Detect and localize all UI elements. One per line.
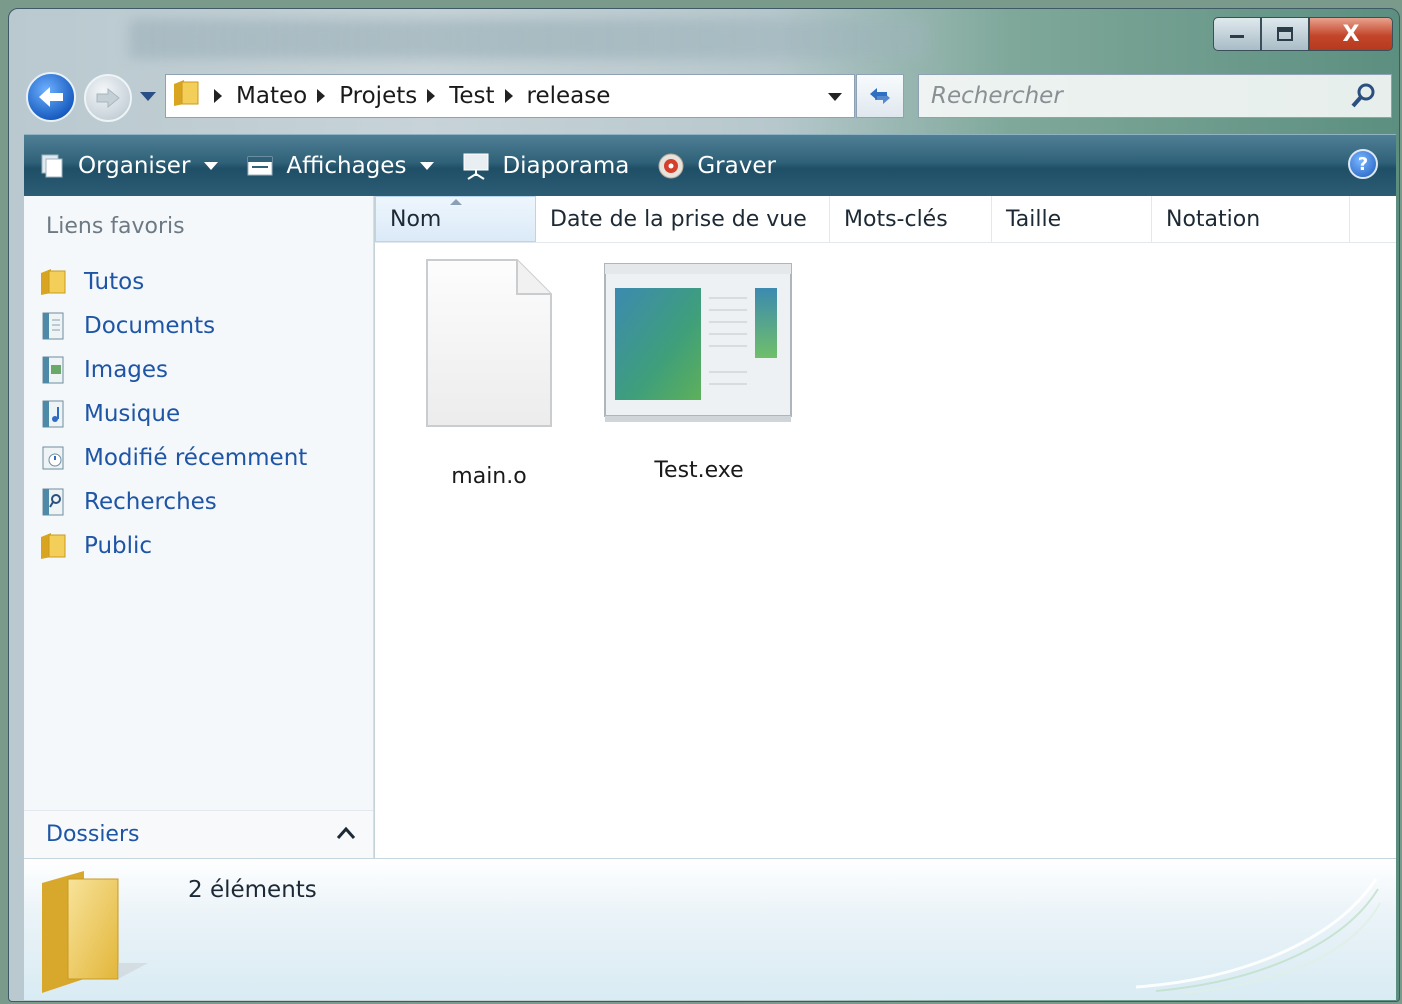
decorative-swoosh	[1126, 869, 1386, 1001]
chevron-up-icon[interactable]	[335, 823, 357, 848]
sidebar-item-musique[interactable]: Musique	[38, 392, 307, 436]
searches-icon	[38, 487, 68, 517]
sidebar-item-label: Tutos	[84, 269, 145, 295]
views-icon	[246, 153, 274, 179]
column-taille[interactable]: Taille	[992, 196, 1152, 242]
minimize-button[interactable]	[1213, 17, 1261, 51]
help-button[interactable]: ?	[1348, 149, 1378, 179]
sidebar-item-label: Public	[84, 533, 153, 559]
refresh-button[interactable]	[856, 74, 904, 118]
column-label: Nom	[390, 206, 442, 232]
file-list: Nom Date de la prise de vue Mots-clés Ta…	[375, 196, 1396, 858]
folders-label: Dossiers	[46, 822, 140, 847]
navigation-pane: Liens favoris Tutos Documents Images Mus…	[24, 196, 374, 858]
refresh-icon	[870, 88, 890, 104]
breadcrumb-separator-icon[interactable]	[427, 89, 436, 103]
close-button[interactable]: X	[1309, 17, 1393, 51]
graver-button[interactable]: Graver	[657, 153, 776, 179]
breadcrumb-label: Mateo	[236, 83, 308, 109]
affichages-button[interactable]: Affichages	[246, 152, 435, 179]
file-name: Test.exe	[654, 458, 744, 483]
file-item-test-exe[interactable]: Test.exe	[603, 262, 795, 483]
arrow-right-icon	[96, 87, 120, 109]
breadcrumb-test[interactable]: Test	[427, 83, 495, 109]
documents-icon	[38, 311, 68, 341]
folder-icon	[38, 267, 68, 297]
diaporama-button[interactable]: Diaporama	[462, 152, 630, 180]
column-label: Date de la prise de vue	[550, 206, 807, 232]
folder-icon	[38, 867, 158, 999]
breadcrumb-label: Test	[449, 83, 495, 109]
graver-label: Graver	[697, 152, 776, 179]
minimize-icon	[1230, 35, 1244, 38]
file-item-main-o[interactable]: main.o	[419, 258, 559, 489]
breadcrumb-label: release	[526, 83, 611, 109]
search-box[interactable]	[918, 74, 1392, 118]
caption-buttons: X	[1213, 17, 1393, 53]
organize-icon	[38, 153, 66, 179]
breadcrumb-release[interactable]: release	[504, 83, 611, 109]
details-pane: 2 éléments	[24, 858, 1396, 1000]
chevron-down-icon	[204, 161, 219, 170]
column-mots-cles[interactable]: Mots-clés	[830, 196, 992, 242]
folders-toggle[interactable]: Dossiers	[24, 810, 373, 858]
sidebar-item-label: Musique	[84, 401, 181, 427]
exe-window-icon	[604, 263, 792, 422]
sidebar-item-label: Recherches	[84, 489, 217, 515]
breadcrumb-separator-icon[interactable]	[504, 89, 513, 103]
column-label: Notation	[1166, 206, 1261, 232]
folder-icon	[38, 531, 68, 561]
column-headers: Nom Date de la prise de vue Mots-clés Ta…	[375, 196, 1396, 243]
file-name: main.o	[451, 464, 527, 489]
sidebar-item-tutos[interactable]: Tutos	[38, 260, 307, 304]
column-label: Mots-clés	[844, 206, 948, 232]
breadcrumb-label: Projets	[339, 83, 418, 109]
column-date-prise-de-vue[interactable]: Date de la prise de vue	[536, 196, 830, 242]
column-nom[interactable]: Nom	[375, 196, 536, 242]
breadcrumb-projets[interactable]: Projets	[317, 83, 417, 109]
music-icon	[38, 399, 68, 429]
slideshow-icon	[462, 153, 490, 180]
item-count: 2 éléments	[188, 877, 317, 903]
recent-pages-dropdown[interactable]	[140, 92, 156, 101]
column-notation[interactable]: Notation	[1152, 196, 1350, 242]
sidebar-item-modifie-recemment[interactable]: Modifié récemment	[38, 436, 307, 480]
column-label: Taille	[1006, 206, 1062, 232]
blank-file-icon	[426, 259, 552, 427]
breadcrumb-separator-icon[interactable]	[214, 89, 222, 103]
organiser-button[interactable]: Organiser	[38, 152, 219, 179]
address-bar[interactable]: Mateo Projets Test release	[165, 74, 855, 118]
diaporama-label: Diaporama	[502, 152, 630, 179]
folder-icon	[172, 78, 200, 114]
command-bar: Organiser Affichages Diaporama Graver ?	[24, 134, 1396, 196]
affichages-label: Affichages	[286, 152, 407, 179]
search-input[interactable]	[929, 82, 1333, 110]
recent-icon	[38, 443, 68, 473]
breadcrumb-mateo[interactable]: Mateo	[214, 83, 307, 109]
search-icon[interactable]	[1349, 81, 1379, 117]
sort-ascending-icon	[450, 199, 462, 205]
favorites-header: Liens favoris	[46, 214, 185, 239]
sidebar-item-documents[interactable]: Documents	[38, 304, 307, 348]
sidebar-item-label: Modifié récemment	[84, 445, 308, 471]
maximize-icon	[1277, 27, 1293, 41]
sidebar-item-recherches[interactable]: Recherches	[38, 480, 307, 524]
forward-button[interactable]	[84, 74, 132, 122]
chevron-down-icon	[420, 161, 435, 170]
organiser-label: Organiser	[78, 152, 191, 179]
arrow-left-icon	[39, 87, 63, 107]
back-button[interactable]	[26, 72, 76, 122]
images-icon	[38, 355, 68, 385]
sidebar-item-public[interactable]: Public	[38, 524, 307, 568]
address-history-dropdown[interactable]	[828, 93, 842, 101]
burn-disc-icon	[657, 153, 685, 179]
sidebar-item-label: Images	[84, 357, 169, 383]
title-bar-glass	[129, 19, 929, 59]
favorites-list: Tutos Documents Images Musique Modifié r…	[38, 260, 307, 568]
sidebar-item-images[interactable]: Images	[38, 348, 307, 392]
maximize-button[interactable]	[1261, 17, 1309, 51]
sidebar-item-label: Documents	[84, 313, 216, 339]
breadcrumb-separator-icon[interactable]	[317, 89, 326, 103]
